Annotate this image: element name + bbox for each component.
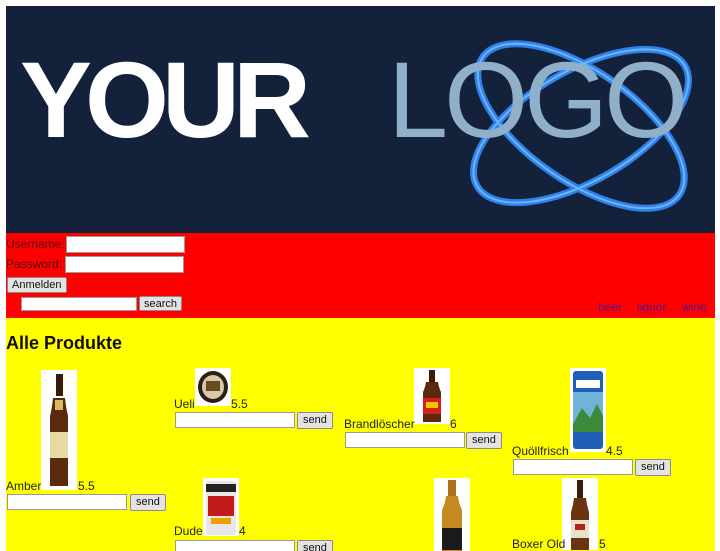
product-name: Quöllfrisch [512, 444, 569, 458]
beer-can-image [203, 478, 239, 536]
quantity-input[interactable] [345, 432, 465, 448]
login-bar: Username: Password: Anmelden search beer… [6, 233, 715, 318]
send-button[interactable]: send [297, 412, 333, 429]
username-label: Username: [6, 237, 65, 251]
product-name: Dude [174, 524, 203, 538]
beer-bottle-image [414, 368, 450, 424]
search-input[interactable] [21, 297, 137, 311]
password-label: Password: [6, 257, 63, 271]
products-heading: Alle Produkte [6, 333, 123, 353]
product-price: 4 [239, 524, 246, 538]
product-name: Boxer Old [512, 537, 566, 551]
product-price: 4.5 [606, 444, 623, 458]
send-button[interactable]: send [130, 494, 166, 511]
quantity-input[interactable] [175, 412, 295, 428]
nav-link-wine[interactable]: wine [682, 300, 707, 314]
logo-text-bold: YOUR [20, 39, 311, 160]
beer-bottle-image [562, 478, 598, 550]
product-name: Brandlöscher [344, 417, 415, 431]
quantity-input[interactable] [513, 459, 633, 475]
product-price: 5 [599, 537, 606, 551]
beer-can-image [570, 368, 606, 452]
beer-bottle-image [434, 478, 470, 551]
nav-link-liquor[interactable]: liquor [637, 300, 666, 314]
logo-text-light: LOGO [388, 39, 688, 160]
password-input[interactable] [65, 256, 184, 273]
send-button[interactable]: send [297, 540, 333, 551]
product-name: Amber [6, 479, 42, 493]
product-price: 5.5 [231, 397, 248, 411]
search-button[interactable]: search [139, 296, 183, 311]
beer-can-image [195, 368, 231, 406]
products-section: Alle Produkte Amber 5.5 send Ueli 5.5 se… [6, 318, 715, 551]
beer-bottle-image [41, 370, 77, 490]
product-price: 6 [450, 417, 457, 431]
send-button[interactable]: send [466, 432, 502, 449]
product-price: 5.5 [78, 479, 95, 493]
username-input[interactable] [66, 236, 185, 253]
product-name: Ueli [174, 397, 195, 411]
logo-banner: YOUR LOGO [6, 6, 715, 233]
quantity-input[interactable] [7, 494, 127, 510]
quantity-input[interactable] [175, 540, 295, 551]
nav-link-beer[interactable]: beer [598, 300, 622, 314]
login-button[interactable]: Anmelden [7, 277, 67, 293]
send-button[interactable]: send [635, 459, 671, 476]
